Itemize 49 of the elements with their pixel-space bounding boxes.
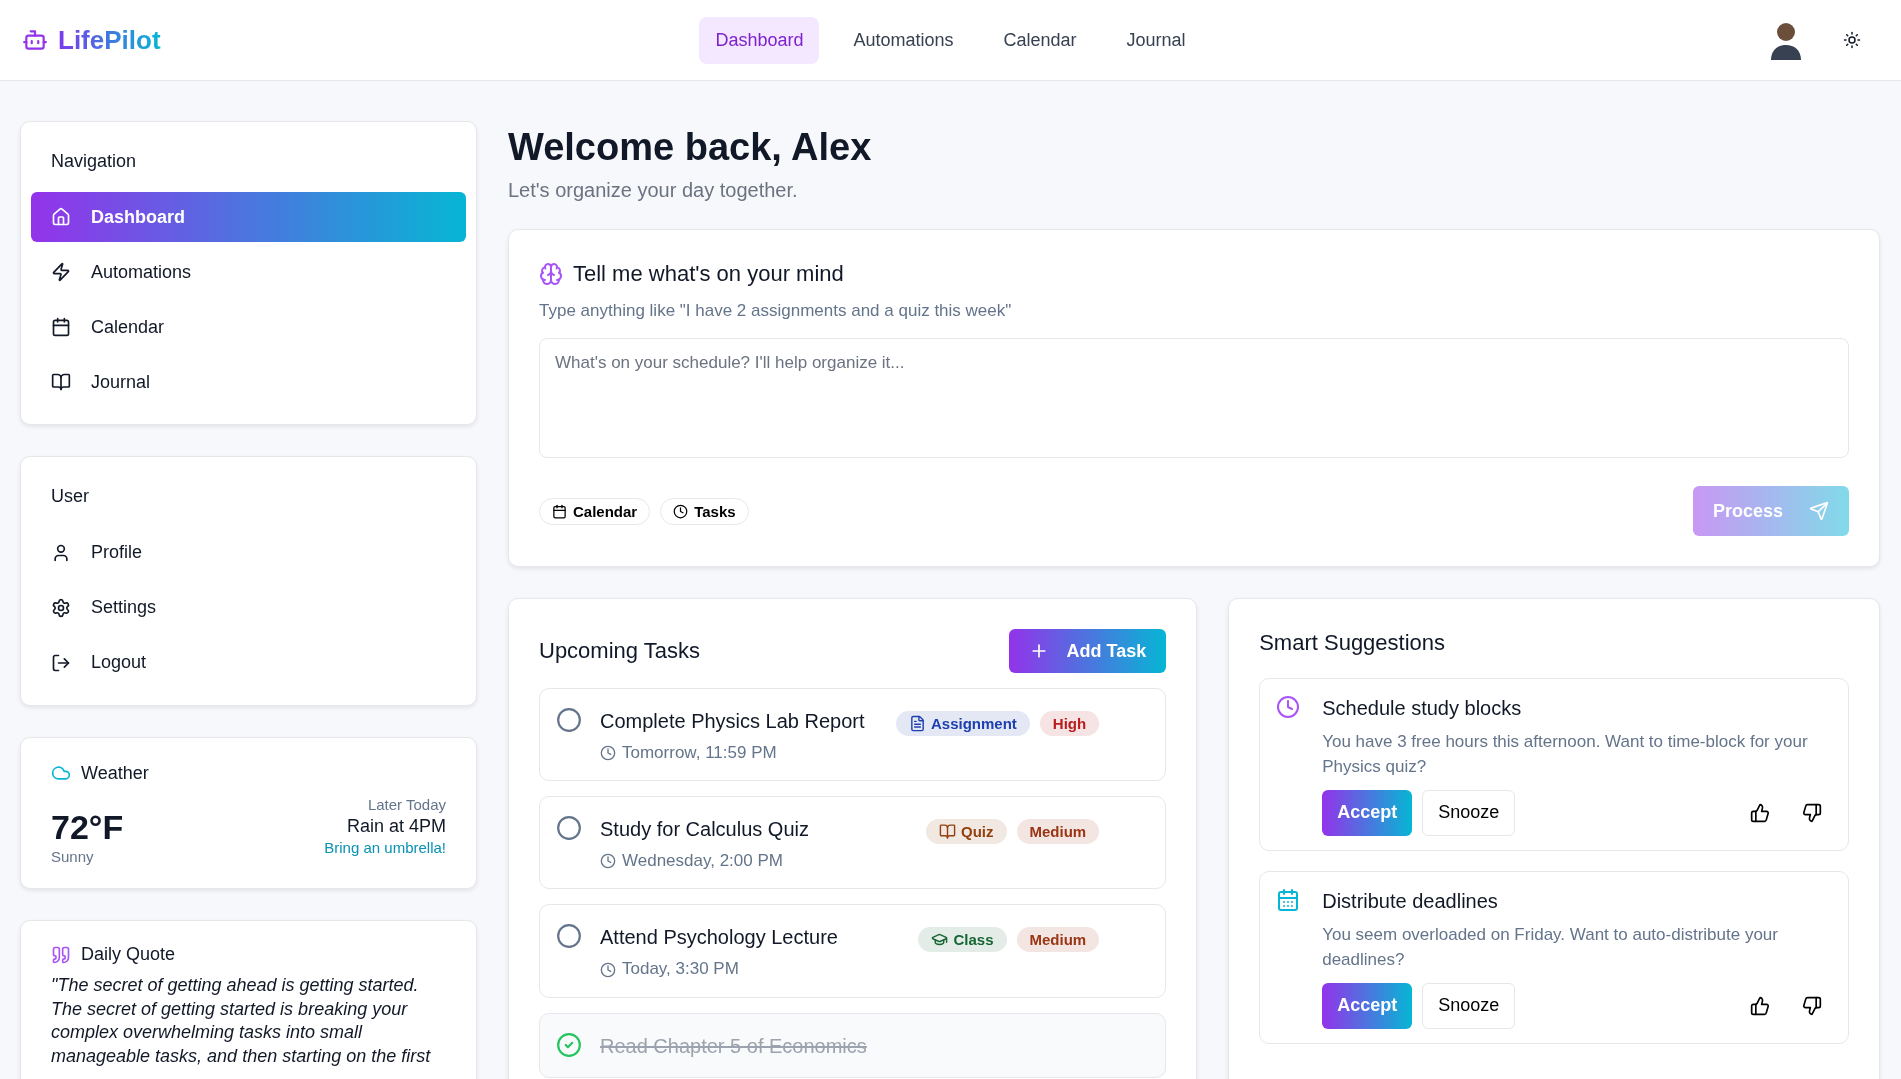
nav-tab[interactable]: Automations	[837, 16, 970, 64]
forecast-label: Later Today	[367, 795, 446, 815]
task-title: Complete Physics Lab Report	[600, 709, 866, 735]
task-due: Tomorrow, 11:59 PM	[622, 742, 777, 765]
tag: Class	[918, 927, 1007, 953]
task-title: Study for Calculus Quiz	[600, 817, 810, 843]
suggestion-title: Schedule study blocks	[1322, 695, 1523, 721]
accept-button[interactable]: Accept	[1322, 789, 1413, 836]
hint-text: Type anything like "I have 2 assignments and a quiz this week"	[539, 300, 1013, 323]
section-title: User	[51, 486, 89, 507]
task-due: Wednesday, 2:00 PM	[622, 850, 783, 873]
card-title: Upcoming Tasks	[539, 637, 700, 665]
weather-tip: Bring an umbrella!	[324, 838, 446, 858]
card-title: Daily Quote	[81, 943, 176, 967]
quote-text: "The secret of getting ahead is getting started. The secret of getting started is breaking your complex overwhelming tasks into small manageable tasks, and then starting on the first	[51, 975, 431, 1066]
card-title: Tell me what's on your mind	[573, 259, 844, 288]
temperature: 72°F	[51, 809, 124, 847]
tag: Medium	[1016, 927, 1100, 953]
sidebar-item[interactable]: Journal	[31, 357, 466, 408]
section-title: Navigation	[51, 151, 137, 171]
sidebar-item[interactable]: Automations	[31, 247, 466, 298]
accept-button[interactable]: Accept	[1322, 982, 1413, 1029]
sidebar-item[interactable]: Logout	[31, 637, 466, 688]
snooze-button[interactable]: Snooze	[1422, 789, 1516, 836]
tag: Medium	[1016, 819, 1100, 845]
card-title: Weather	[81, 761, 149, 785]
task-title: Attend Psychology Lecture	[600, 925, 839, 951]
welcome-title: Welcome back, Alex	[508, 125, 873, 170]
suggestion-text: You have 3 free hours this afternoon. Want to time-block for your Physics quiz?	[1322, 730, 1809, 779]
suggestion-text: You seem overloaded on Friday. Want to auto-distribute your deadlines?	[1322, 923, 1779, 972]
card-title: Smart Suggestions	[1259, 630, 1446, 656]
task-title: Read Chapter 5 of Economics	[600, 1033, 868, 1059]
weather-condition: Sunny	[51, 846, 95, 867]
nav-tab[interactable]: Calendar	[987, 16, 1093, 64]
suggestion-title: Distribute deadlines	[1322, 888, 1499, 914]
add-task-button[interactable]: Add Task	[1008, 629, 1167, 674]
tag: Quiz	[926, 819, 1007, 845]
task-due: Today, 3:30 PM	[622, 958, 739, 981]
tag: Assignment	[896, 711, 1030, 737]
forecast: Rain at 4PM	[346, 814, 446, 838]
sidebar-item[interactable]: Profile	[31, 527, 466, 578]
nav-tab[interactable]: Journal	[1110, 16, 1202, 64]
sidebar-item[interactable]: Calendar	[31, 302, 466, 353]
sidebar-item[interactable]: Dashboard	[31, 192, 466, 243]
snooze-button[interactable]: Snooze	[1422, 982, 1516, 1029]
sidebar-item[interactable]: Settings	[31, 582, 466, 633]
tag: High	[1039, 711, 1100, 737]
nav-tab[interactable]: Dashboard	[699, 16, 820, 64]
welcome-subtitle: Let's organize your day together.	[508, 177, 799, 203]
